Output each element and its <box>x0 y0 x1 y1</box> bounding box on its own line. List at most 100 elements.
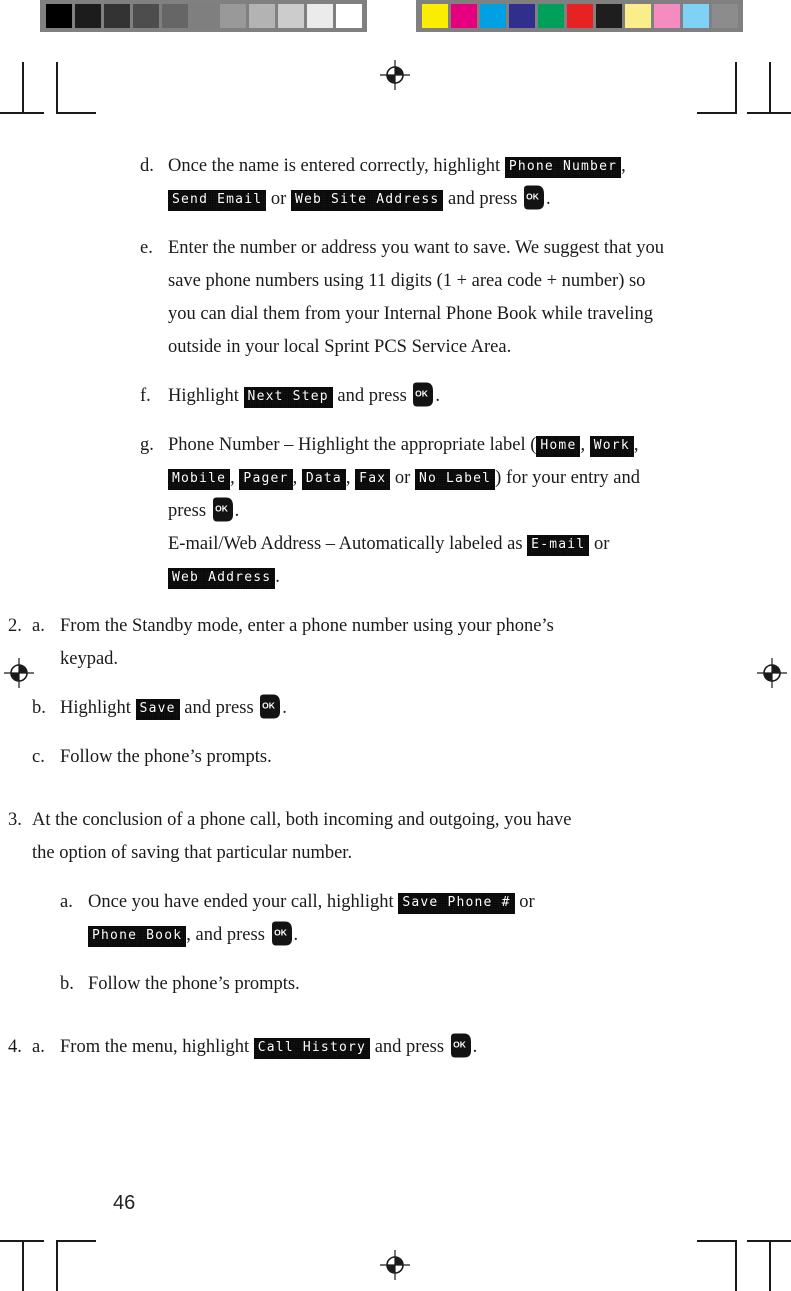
step-lead-text: At the conclusion of a phone call, both … <box>32 804 572 870</box>
list-item-text: Follow the phone’s prompts. <box>60 741 568 774</box>
list-item-text: From the Standby mode, enter a phone num… <box>60 610 568 676</box>
crop-mark-top-right-vertical <box>769 62 771 114</box>
list-item: a. From the menu, highlight Call History … <box>32 1031 791 1064</box>
body-text: . <box>435 386 441 406</box>
svg-text:OK: OK <box>453 1040 467 1050</box>
gray-patch-9 <box>306 4 333 28</box>
step-number: 4. <box>8 1037 22 1057</box>
gray-patch-6 <box>219 4 246 28</box>
list-item-marker: f. <box>140 386 151 406</box>
list-item-marker: c. <box>32 747 45 767</box>
crop-mark-top-left-vertical <box>22 62 24 114</box>
crop-mark-top-right-inner-h <box>697 112 737 114</box>
list-item-text: Once you have ended your call, highlight… <box>88 886 596 952</box>
step-number: 3. <box>8 810 22 830</box>
list-item: f. Highlight Next Step and press OK . <box>140 380 791 413</box>
body-text: . <box>234 501 240 521</box>
ok-key-icon[interactable]: OK <box>450 1033 472 1058</box>
body-text: , <box>633 435 639 455</box>
body-text: , <box>345 468 356 488</box>
body-text: , <box>230 468 240 488</box>
ok-key-icon[interactable]: OK <box>212 497 234 522</box>
grayscale-calibration-strip <box>40 0 367 32</box>
svg-text:OK: OK <box>274 928 288 938</box>
svg-text:OK: OK <box>215 504 229 514</box>
crop-mark-bottom-left-inner <box>56 1240 58 1291</box>
list-item-text: Highlight Next Step and press OK . <box>168 380 676 413</box>
page-content: d. Once the name is entered correctly, hi… <box>0 150 791 1094</box>
lcd-menu-label[interactable]: Next Step <box>244 387 333 408</box>
list-item-marker: a. <box>32 616 45 636</box>
crop-mark-bottom-right-vertical <box>769 1240 771 1291</box>
numbered-step: 2. a. From the Standby mode, enter a phone… <box>0 610 791 790</box>
color-calibration-strip <box>416 0 743 32</box>
lcd-menu-label[interactable]: Save Phone # <box>398 893 514 914</box>
list-item: b. Follow the phone’s prompts. <box>60 968 791 1001</box>
ok-key-icon[interactable]: OK <box>412 382 434 407</box>
body-text: Once you have ended your call, highlight <box>88 892 399 912</box>
lcd-menu-label[interactable]: Pager <box>239 469 292 490</box>
body-text: Enter the number or address you want to … <box>168 238 665 357</box>
lcd-menu-label[interactable]: E-mail <box>527 535 589 556</box>
list-item-text: Highlight Save and press OK . <box>60 692 568 725</box>
list-item-marker: b. <box>32 698 46 718</box>
svg-text:OK: OK <box>416 389 430 399</box>
lcd-menu-label[interactable]: No Label <box>415 469 495 490</box>
numbered-step: 3. At the conclusion of a phone call, bot… <box>0 804 791 1017</box>
body-text: Once the name is entered correctly, high… <box>168 156 505 176</box>
color-patch-8 <box>653 4 680 28</box>
body-text: and press <box>179 698 259 718</box>
gray-patch-7 <box>248 4 275 28</box>
ok-key-icon[interactable]: OK <box>259 694 281 719</box>
gray-patch-3 <box>132 4 159 28</box>
ok-key-icon[interactable]: OK <box>271 921 293 946</box>
crop-mark-top-right-inner <box>735 62 737 114</box>
crop-mark-top-left-horizontal <box>0 112 44 114</box>
lcd-menu-label[interactable]: Call History <box>254 1038 370 1059</box>
page-number: 46 <box>113 1192 136 1214</box>
lcd-menu-label[interactable]: Save <box>136 699 180 720</box>
lcd-menu-label[interactable]: Home <box>536 436 580 457</box>
body-text: Phone Number – Highlight the appropriate… <box>168 435 537 455</box>
list-item-text: Once the name is entered correctly, high… <box>168 150 676 216</box>
body-text: , <box>621 156 626 176</box>
lcd-menu-label[interactable]: Data <box>302 469 346 490</box>
list-item-text: Follow the phone’s prompts. <box>88 968 596 1001</box>
list-item-marker: b. <box>60 974 74 994</box>
lcd-menu-label[interactable]: Phone Number <box>505 157 621 178</box>
list-item: g. Phone Number – Highlight the appropria… <box>140 429 791 594</box>
step-body: At the conclusion of a phone call, both … <box>32 804 791 1017</box>
list-item-text: Phone Number – Highlight the appropriate… <box>168 429 676 594</box>
lcd-menu-label[interactable]: Send Email <box>168 190 266 211</box>
list-item: a. From the Standby mode, enter a phone n… <box>32 610 791 676</box>
body-text: , and press <box>186 925 270 945</box>
color-patch-5 <box>566 4 593 28</box>
list-item: d. Once the name is entered correctly, hi… <box>140 150 791 216</box>
lcd-menu-label[interactable]: Web Site Address <box>291 190 443 211</box>
crop-mark-bottom-right-inner-h <box>697 1240 737 1242</box>
gray-patch-4 <box>161 4 188 28</box>
color-patch-6 <box>595 4 622 28</box>
body-text: Follow the phone’s prompts. <box>60 747 272 767</box>
list-item-text: From the menu, highlight Call History an… <box>60 1031 568 1064</box>
body-text: Highlight <box>60 698 136 718</box>
lcd-menu-label[interactable]: Mobile <box>168 469 230 490</box>
lcd-menu-label[interactable]: Web Address <box>168 568 275 589</box>
body-text: . <box>275 567 280 587</box>
gray-patch-5 <box>190 4 217 28</box>
body-text: , <box>580 435 590 455</box>
body-text: . <box>293 925 299 945</box>
list-item: c. Follow the phone’s prompts. <box>32 741 791 774</box>
crop-mark-bottom-right-inner <box>735 1240 737 1291</box>
lcd-menu-label[interactable]: Fax <box>355 469 390 490</box>
svg-text:OK: OK <box>262 701 276 711</box>
lcd-menu-label[interactable]: Work <box>590 436 634 457</box>
list-item-marker: e. <box>140 238 153 258</box>
lcd-menu-label[interactable]: Phone Book <box>88 926 186 947</box>
body-text: or <box>266 189 291 209</box>
gray-patch-8 <box>277 4 304 28</box>
list-item-marker: g. <box>140 435 154 455</box>
ok-key-icon[interactable]: OK <box>523 185 545 210</box>
color-patch-2 <box>479 4 506 28</box>
gray-patch-10 <box>335 4 362 28</box>
